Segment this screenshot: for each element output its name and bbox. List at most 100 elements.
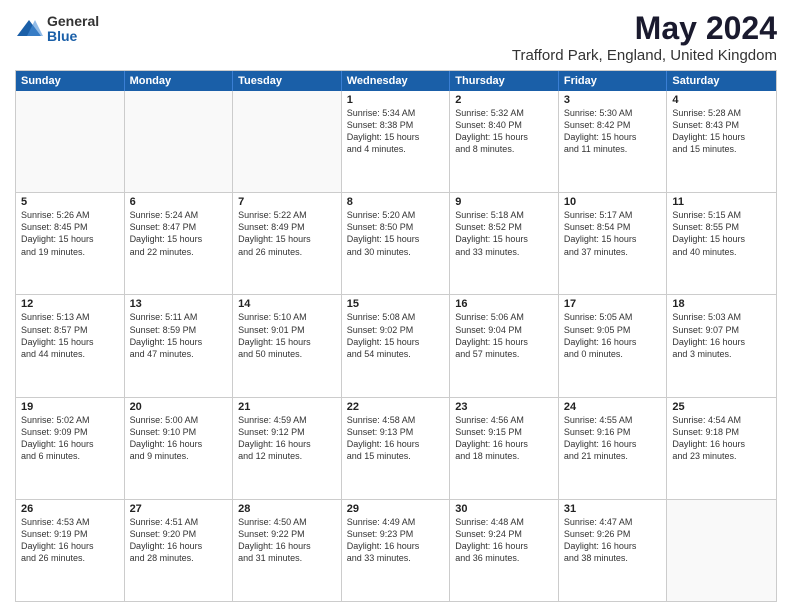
cell-info: Sunrise: 5:24 AMSunset: 8:47 PMDaylight:… [130,209,228,258]
calendar-cell: 9Sunrise: 5:18 AMSunset: 8:52 PMDaylight… [450,193,559,294]
calendar-header-day: Thursday [450,71,559,91]
calendar-body: 1Sunrise: 5:34 AMSunset: 8:38 PMDaylight… [16,91,776,601]
day-number: 12 [21,298,119,310]
day-number: 25 [672,401,771,413]
day-number: 9 [455,196,553,208]
logo-general-label: General [47,14,99,29]
day-number: 29 [347,503,445,515]
cell-info: Sunrise: 5:34 AMSunset: 8:38 PMDaylight:… [347,107,445,156]
cell-info: Sunrise: 5:02 AMSunset: 9:09 PMDaylight:… [21,414,119,463]
calendar-cell: 3Sunrise: 5:30 AMSunset: 8:42 PMDaylight… [559,91,668,192]
cell-info: Sunrise: 5:26 AMSunset: 8:45 PMDaylight:… [21,209,119,258]
calendar-row: 5Sunrise: 5:26 AMSunset: 8:45 PMDaylight… [16,192,776,294]
cell-info: Sunrise: 4:53 AMSunset: 9:19 PMDaylight:… [21,516,119,565]
cell-info: Sunrise: 4:59 AMSunset: 9:12 PMDaylight:… [238,414,336,463]
day-number: 19 [21,401,119,413]
cell-info: Sunrise: 4:50 AMSunset: 9:22 PMDaylight:… [238,516,336,565]
calendar-cell: 19Sunrise: 5:02 AMSunset: 9:09 PMDayligh… [16,398,125,499]
calendar-header: SundayMondayTuesdayWednesdayThursdayFrid… [16,71,776,91]
calendar-cell: 15Sunrise: 5:08 AMSunset: 9:02 PMDayligh… [342,295,451,396]
cell-info: Sunrise: 5:22 AMSunset: 8:49 PMDaylight:… [238,209,336,258]
calendar-cell [16,91,125,192]
calendar-cell [125,91,234,192]
calendar-cell: 22Sunrise: 4:58 AMSunset: 9:13 PMDayligh… [342,398,451,499]
calendar-cell [667,500,776,601]
calendar-cell: 25Sunrise: 4:54 AMSunset: 9:18 PMDayligh… [667,398,776,499]
page-title: May 2024 [512,10,777,47]
day-number: 8 [347,196,445,208]
calendar-cell: 16Sunrise: 5:06 AMSunset: 9:04 PMDayligh… [450,295,559,396]
logo-blue-label: Blue [47,29,99,44]
day-number: 17 [564,298,662,310]
calendar-cell: 18Sunrise: 5:03 AMSunset: 9:07 PMDayligh… [667,295,776,396]
cell-info: Sunrise: 5:11 AMSunset: 8:59 PMDaylight:… [130,311,228,360]
calendar-cell: 28Sunrise: 4:50 AMSunset: 9:22 PMDayligh… [233,500,342,601]
cell-info: Sunrise: 4:55 AMSunset: 9:16 PMDaylight:… [564,414,662,463]
day-number: 1 [347,94,445,106]
calendar: SundayMondayTuesdayWednesdayThursdayFrid… [15,70,777,602]
logo-text: General Blue [47,14,99,45]
calendar-row: 12Sunrise: 5:13 AMSunset: 8:57 PMDayligh… [16,294,776,396]
day-number: 20 [130,401,228,413]
day-number: 23 [455,401,553,413]
day-number: 24 [564,401,662,413]
cell-info: Sunrise: 4:47 AMSunset: 9:26 PMDaylight:… [564,516,662,565]
calendar-header-day: Wednesday [342,71,451,91]
calendar-cell: 10Sunrise: 5:17 AMSunset: 8:54 PMDayligh… [559,193,668,294]
day-number: 15 [347,298,445,310]
day-number: 31 [564,503,662,515]
calendar-cell: 12Sunrise: 5:13 AMSunset: 8:57 PMDayligh… [16,295,125,396]
cell-info: Sunrise: 5:10 AMSunset: 9:01 PMDaylight:… [238,311,336,360]
day-number: 16 [455,298,553,310]
cell-info: Sunrise: 4:49 AMSunset: 9:23 PMDaylight:… [347,516,445,565]
calendar-cell: 2Sunrise: 5:32 AMSunset: 8:40 PMDaylight… [450,91,559,192]
day-number: 14 [238,298,336,310]
day-number: 28 [238,503,336,515]
calendar-cell: 11Sunrise: 5:15 AMSunset: 8:55 PMDayligh… [667,193,776,294]
day-number: 3 [564,94,662,106]
day-number: 5 [21,196,119,208]
cell-info: Sunrise: 5:32 AMSunset: 8:40 PMDaylight:… [455,107,553,156]
calendar-cell: 31Sunrise: 4:47 AMSunset: 9:26 PMDayligh… [559,500,668,601]
day-number: 6 [130,196,228,208]
cell-info: Sunrise: 5:20 AMSunset: 8:50 PMDaylight:… [347,209,445,258]
calendar-cell: 14Sunrise: 5:10 AMSunset: 9:01 PMDayligh… [233,295,342,396]
cell-info: Sunrise: 5:30 AMSunset: 8:42 PMDaylight:… [564,107,662,156]
calendar-cell [233,91,342,192]
day-number: 13 [130,298,228,310]
cell-info: Sunrise: 5:28 AMSunset: 8:43 PMDaylight:… [672,107,771,156]
calendar-cell: 7Sunrise: 5:22 AMSunset: 8:49 PMDaylight… [233,193,342,294]
day-number: 10 [564,196,662,208]
day-number: 18 [672,298,771,310]
calendar-header-day: Monday [125,71,234,91]
calendar-cell: 8Sunrise: 5:20 AMSunset: 8:50 PMDaylight… [342,193,451,294]
logo: General Blue [15,14,99,45]
calendar-cell: 1Sunrise: 5:34 AMSunset: 8:38 PMDaylight… [342,91,451,192]
cell-info: Sunrise: 4:51 AMSunset: 9:20 PMDaylight:… [130,516,228,565]
calendar-cell: 6Sunrise: 5:24 AMSunset: 8:47 PMDaylight… [125,193,234,294]
day-number: 30 [455,503,553,515]
cell-info: Sunrise: 4:48 AMSunset: 9:24 PMDaylight:… [455,516,553,565]
calendar-row: 26Sunrise: 4:53 AMSunset: 9:19 PMDayligh… [16,499,776,601]
day-number: 7 [238,196,336,208]
calendar-cell: 23Sunrise: 4:56 AMSunset: 9:15 PMDayligh… [450,398,559,499]
page: General Blue May 2024 Trafford Park, Eng… [0,0,792,612]
day-number: 11 [672,196,771,208]
cell-info: Sunrise: 4:54 AMSunset: 9:18 PMDaylight:… [672,414,771,463]
calendar-cell: 27Sunrise: 4:51 AMSunset: 9:20 PMDayligh… [125,500,234,601]
calendar-cell: 26Sunrise: 4:53 AMSunset: 9:19 PMDayligh… [16,500,125,601]
day-number: 27 [130,503,228,515]
cell-info: Sunrise: 5:15 AMSunset: 8:55 PMDaylight:… [672,209,771,258]
day-number: 26 [21,503,119,515]
cell-info: Sunrise: 5:06 AMSunset: 9:04 PMDaylight:… [455,311,553,360]
cell-info: Sunrise: 5:00 AMSunset: 9:10 PMDaylight:… [130,414,228,463]
cell-info: Sunrise: 4:56 AMSunset: 9:15 PMDaylight:… [455,414,553,463]
calendar-cell: 30Sunrise: 4:48 AMSunset: 9:24 PMDayligh… [450,500,559,601]
calendar-cell: 20Sunrise: 5:00 AMSunset: 9:10 PMDayligh… [125,398,234,499]
calendar-cell: 21Sunrise: 4:59 AMSunset: 9:12 PMDayligh… [233,398,342,499]
day-number: 22 [347,401,445,413]
calendar-header-day: Tuesday [233,71,342,91]
calendar-header-day: Saturday [667,71,776,91]
calendar-header-day: Sunday [16,71,125,91]
day-number: 4 [672,94,771,106]
